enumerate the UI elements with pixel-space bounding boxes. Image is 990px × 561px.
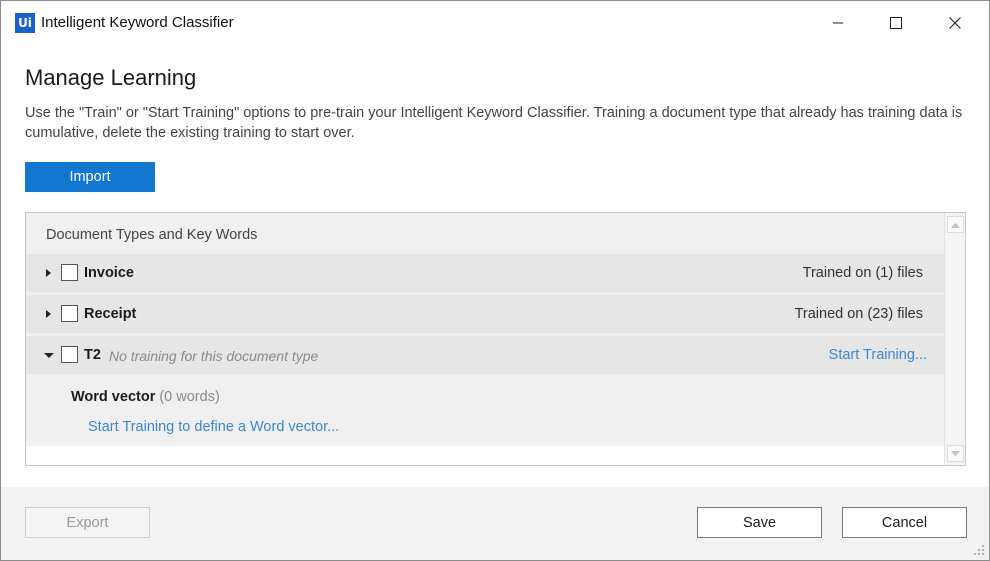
training-status: Trained on (23) files: [794, 306, 923, 322]
collapse-caret-icon[interactable]: [42, 348, 56, 362]
vertical-scrollbar[interactable]: [944, 213, 965, 465]
expand-caret-icon[interactable]: [42, 307, 56, 321]
window-title: Intelligent Keyword Classifier: [41, 14, 234, 31]
document-type-row-invoice[interactable]: Invoice Trained on (1) files: [26, 254, 944, 292]
document-type-name: Invoice: [84, 265, 134, 281]
minimize-icon: [833, 22, 843, 24]
maximize-icon: [890, 17, 902, 29]
title-bar: Ui Intelligent Keyword Classifier: [1, 1, 989, 45]
word-vector-count: (0 words): [159, 389, 220, 405]
dialog-window: Ui Intelligent Keyword Classifier Manage…: [0, 0, 990, 561]
define-word-vector-link[interactable]: Start Training to define a Word vector..…: [88, 419, 339, 435]
document-types-list: Document Types and Key Words Invoice Tra…: [26, 213, 944, 465]
training-status: Trained on (1) files: [802, 265, 923, 281]
document-type-name: Receipt: [84, 306, 137, 322]
receipt-checkbox[interactable]: [61, 305, 78, 322]
scroll-down-button[interactable]: [947, 445, 964, 462]
word-vector-label: Word vector: [71, 389, 156, 405]
start-training-link[interactable]: Start Training...: [829, 347, 927, 363]
invoice-checkbox[interactable]: [61, 264, 78, 281]
document-type-row-t2[interactable]: T2 No training for this document type St…: [26, 336, 944, 374]
panel-empty-area: [26, 446, 944, 465]
scroll-up-button[interactable]: [947, 216, 964, 233]
page-title: Manage Learning: [25, 65, 197, 90]
minimize-button[interactable]: [809, 1, 867, 45]
word-vector-title: Word vector (0 words): [71, 389, 220, 405]
maximize-button[interactable]: [867, 1, 925, 45]
dialog-footer: Export Save Cancel: [1, 487, 989, 560]
document-type-row-receipt[interactable]: Receipt Trained on (23) files: [26, 295, 944, 333]
app-logo-icon: Ui: [15, 13, 35, 33]
document-types-panel: Document Types and Key Words Invoice Tra…: [25, 212, 966, 466]
close-button[interactable]: [926, 1, 984, 45]
expand-caret-icon[interactable]: [42, 266, 56, 280]
page-description: Use the "Train" or "Start Training" opti…: [25, 105, 963, 141]
document-type-name: T2: [84, 347, 101, 363]
no-training-note: No training for this document type: [109, 348, 319, 364]
resize-grip-icon[interactable]: [973, 544, 985, 556]
word-vector-section: Word vector (0 words) Start Training to d…: [26, 376, 944, 446]
t2-checkbox[interactable]: [61, 346, 78, 363]
arrow-up-icon: [951, 222, 960, 228]
panel-header: Document Types and Key Words: [46, 227, 258, 243]
export-button[interactable]: Export: [25, 507, 150, 538]
import-button[interactable]: Import: [25, 162, 155, 192]
close-icon: [949, 17, 961, 29]
arrow-down-icon: [951, 450, 960, 456]
save-button[interactable]: Save: [697, 507, 822, 538]
cancel-button[interactable]: Cancel: [842, 507, 967, 538]
